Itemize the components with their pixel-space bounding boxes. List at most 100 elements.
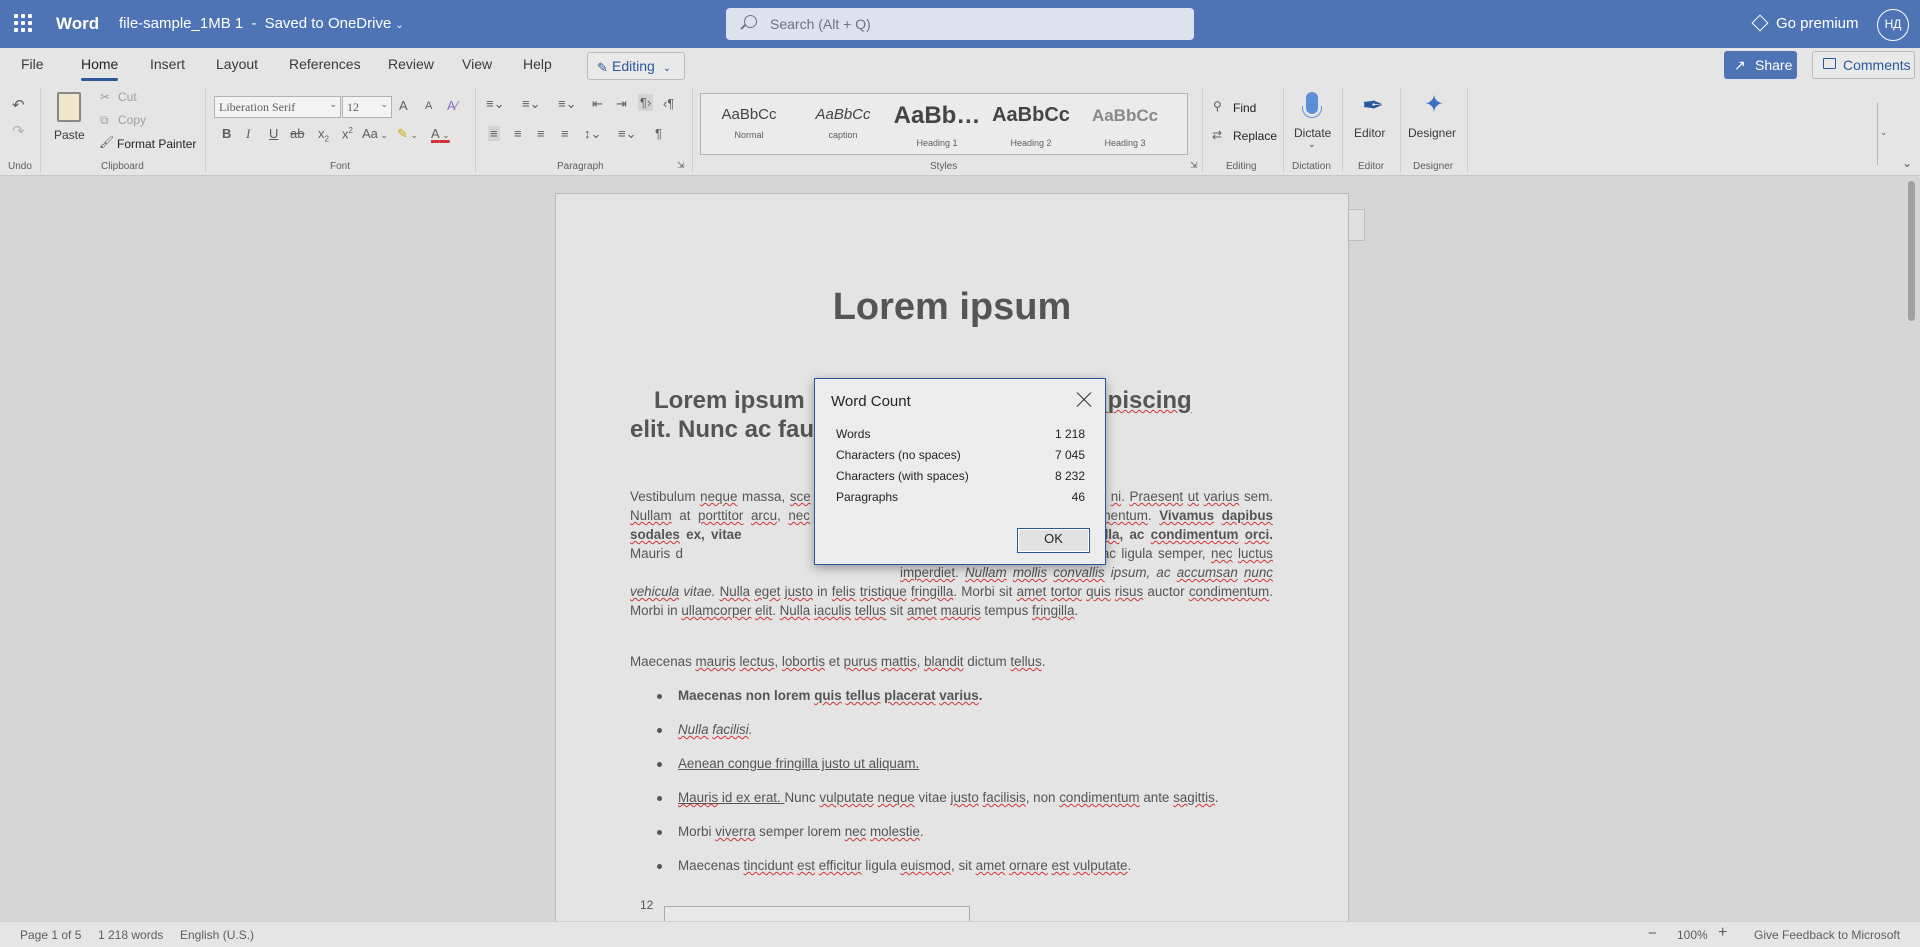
underline-button[interactable]: U [269,126,278,141]
align-center-icon[interactable]: ≡ [514,126,522,141]
shrink-font-button[interactable]: A [425,100,432,112]
clear-formatting-icon[interactable]: A⁄ [447,98,458,113]
heading-line-2: elit. Nunc ac fau [630,416,815,443]
stat-row-chars-no-spaces: Characters (no spaces) 7 045 [836,445,1085,466]
tab-review[interactable]: Review [388,56,434,72]
subscript-button[interactable]: x2 [318,126,329,144]
redo-icon[interactable]: ↷ [12,122,25,140]
font-color-icon[interactable]: A ⌄ [431,126,450,141]
page-indicator[interactable]: Page 1 of 5 [20,928,81,942]
format-painter-icon: 🖌 [99,135,115,149]
bold-button[interactable]: B [222,126,231,141]
dialog-launcher-icon[interactable]: ⇲ [677,160,685,171]
stat-label: Characters (with spaces) [836,469,969,483]
editing-mode-button[interactable]: ✎ Editing ⌄ [587,52,685,80]
collapse-ribbon-icon[interactable]: ⌄ [1902,156,1912,170]
app-name[interactable]: Word [56,14,99,34]
ok-button[interactable]: OK [1017,528,1090,553]
style-heading-1[interactable]: AaBb… Heading 1 [891,94,983,154]
menu-bar: File Home Insert Layout References Revie… [0,48,1920,84]
stat-value: 7 045 [1054,448,1085,462]
strikethrough-button[interactable]: ab [290,126,304,141]
show-marks-icon[interactable]: ¶ [655,126,662,141]
styles-more-icon[interactable]: ⌄ [1877,103,1889,165]
rtl-icon[interactable]: ‹¶ [663,96,674,111]
line-spacing-icon[interactable]: ↕⌄ [584,126,601,142]
numbering-icon[interactable]: ≡⌄ [522,96,540,112]
paste-button[interactable]: Paste [52,90,88,152]
highlight-icon[interactable]: ✎ ⌄ [397,126,418,142]
designer-button[interactable]: ✦ Designer [1406,88,1462,156]
go-premium-button[interactable]: Go premium [1751,14,1859,32]
dialog-launcher-icon[interactable]: ⇲ [1190,160,1198,171]
style-heading-3[interactable]: AaBbCc Heading 3 [1079,94,1171,154]
style-normal[interactable]: AaBbCc Normal [703,94,795,154]
find-button[interactable]: Find [1233,101,1256,115]
scrollbar-thumb[interactable] [1908,181,1915,321]
copy-button[interactable]: Copy [118,113,146,127]
stat-value: 8 232 [1054,469,1085,483]
tab-references[interactable]: References [289,56,361,72]
superscript-button[interactable]: x2 [342,126,353,141]
justify-icon[interactable]: ≡ [561,126,569,141]
zoom-in-button[interactable]: + [1718,924,1727,942]
zoom-level[interactable]: 100% [1677,928,1708,942]
document-name[interactable]: file-sample_1MB 1 - Saved to OneDrive ⌄ [119,15,404,32]
avatar[interactable]: НД [1877,9,1909,41]
share-button[interactable]: ↗ Share [1724,51,1797,79]
ribbon-divider [475,88,476,172]
tab-insert[interactable]: Insert [150,56,185,72]
increase-indent-icon[interactable]: ⇥ [616,96,627,112]
style-heading-2-name: Heading 2 [1010,138,1052,148]
dictate-label: Dictate [1294,126,1332,140]
paragraph-spacing-icon[interactable]: ≡⌄ [618,126,636,142]
ribbon-divider [1400,88,1401,172]
comments-button[interactable]: Comments [1812,51,1915,79]
style-caption[interactable]: AaBbCc caption [797,94,889,154]
tab-layout[interactable]: Layout [216,56,258,72]
italic-button[interactable]: I [246,126,250,142]
format-painter-button[interactable]: Format Painter [117,137,196,151]
bullet-list: Maecenas non lorem quis tellus placerat … [630,678,1273,882]
bullets-icon[interactable]: ≡⌄ [486,96,504,112]
tab-help[interactable]: Help [523,56,552,72]
replace-button[interactable]: Replace [1233,129,1277,143]
style-caption-preview: AaBbCc [815,106,871,123]
list-item: Mauris id ex erat. Nunc vulputate neque … [630,780,1273,814]
feedback-link[interactable]: Give Feedback to Microsoft [1754,928,1900,942]
style-heading-3-preview: AaBbCc [1091,106,1159,125]
group-label-undo: Undo [8,161,32,172]
dialog-title: Word Count [831,393,911,410]
ltr-icon[interactable]: ¶› [638,94,654,111]
vertical-scrollbar[interactable] [1904,177,1920,921]
change-case-button[interactable]: Aa ⌄ [362,126,388,141]
font-family-select[interactable]: Liberation Serif ⌄ [214,96,341,118]
dictate-button[interactable]: Dictate ⌄ [1290,88,1336,156]
group-label-editing: Editing [1226,161,1257,172]
multilevel-list-icon[interactable]: ≡⌄ [558,96,576,112]
app-launcher-icon[interactable] [14,14,32,32]
style-heading-2[interactable]: AaBbCc Heading 2 [985,94,1077,154]
grow-font-button[interactable]: A [399,98,408,113]
undo-icon[interactable]: ↶ [12,96,25,114]
align-left-icon[interactable]: ≡ [488,126,500,141]
editor-button[interactable]: ✒ Editor [1350,88,1394,156]
tab-view[interactable]: View [462,56,492,72]
go-premium-label: Go premium [1776,15,1859,32]
word-count-indicator[interactable]: 1 218 words [98,928,163,942]
language-indicator[interactable]: English (U.S.) [180,928,254,942]
embedded-chart[interactable] [664,906,970,921]
list-item: Nulla facilisi. [630,712,1273,746]
tab-file[interactable]: File [21,56,44,72]
cut-button[interactable]: Cut [118,90,137,104]
style-normal-preview: AaBbCc [721,106,777,123]
zoom-out-button[interactable]: − [1648,925,1657,942]
decrease-indent-icon[interactable]: ⇤ [592,96,603,112]
search-input[interactable]: Search (Alt + Q) [726,8,1194,40]
ribbon-divider [205,88,206,172]
align-right-icon[interactable]: ≡ [537,126,545,141]
heading-visible-start: Lorem ipsum [654,387,805,414]
close-icon[interactable] [1071,387,1097,413]
font-size-select[interactable]: 12 ⌄ [342,96,392,118]
tab-home[interactable]: Home [81,56,119,81]
